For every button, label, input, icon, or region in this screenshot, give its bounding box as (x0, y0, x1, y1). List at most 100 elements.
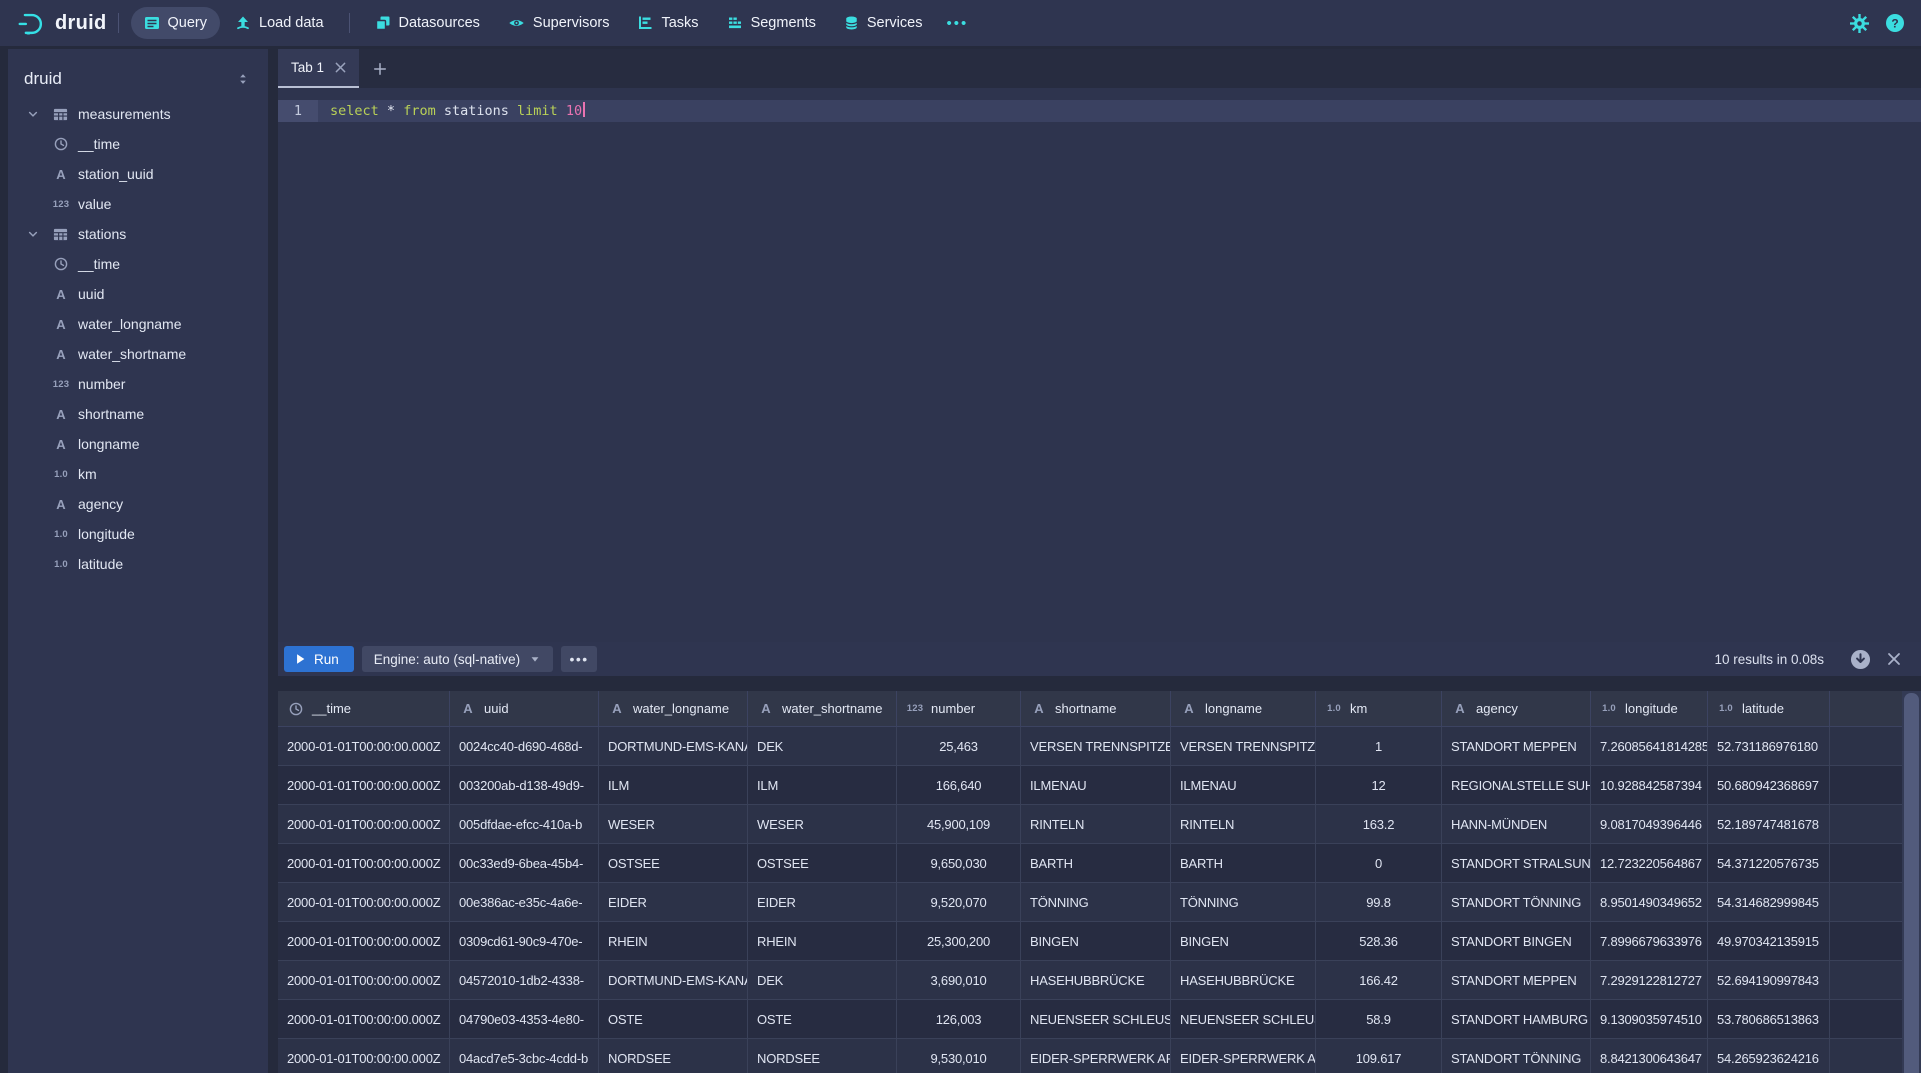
cell-latitude[interactable]: 52.189747481678 (1708, 805, 1830, 844)
settings-gear-icon[interactable] (1850, 14, 1869, 33)
cell-number[interactable]: 9,530,010 (897, 1039, 1021, 1073)
cell-longname[interactable]: BARTH (1171, 844, 1316, 883)
cell-km[interactable]: 12 (1316, 766, 1442, 805)
nav-item-datasources[interactable]: Datasources (362, 7, 493, 39)
cell-uuid[interactable]: 00e386ac-e35c-4a6e- (450, 883, 599, 922)
column-header-latitude[interactable]: 1.0latitude (1708, 691, 1830, 727)
column-header-longitude[interactable]: 1.0longitude (1591, 691, 1708, 727)
cell-water-longname[interactable]: WESER (599, 805, 748, 844)
cell-agency[interactable]: STANDORT TÖNNING (1442, 883, 1591, 922)
cell-latitude[interactable]: 53.780686513863 (1708, 1000, 1830, 1039)
cell-agency[interactable]: REGIONALSTELLE SUHL (1442, 766, 1591, 805)
tree-column-stations-km[interactable]: 1.0km (8, 459, 268, 489)
cell-uuid[interactable]: 00c33ed9-6bea-45b4- (450, 844, 599, 883)
cell-water-shortname[interactable]: EIDER (748, 883, 897, 922)
cell-latitude[interactable]: 52.694190997843 (1708, 961, 1830, 1000)
cell-number[interactable]: 166,640 (897, 766, 1021, 805)
results-scrollbar[interactable] (1902, 691, 1921, 1073)
query-more-button[interactable]: ••• (561, 646, 597, 672)
tree-column-stations-agency[interactable]: Aagency (8, 489, 268, 519)
tree-column-measurements-station-uuid[interactable]: Astation_uuid (8, 159, 268, 189)
cell-latitude[interactable]: 49.970342135915 (1708, 922, 1830, 961)
new-tab-button[interactable] (359, 49, 401, 88)
cell-longitude[interactable]: 9.0817049396446 (1591, 805, 1708, 844)
cell-longitude[interactable]: 8.8421300643647 (1591, 1039, 1708, 1073)
cell-agency[interactable]: STANDORT HAMBURG (1442, 1000, 1591, 1039)
close-results-icon[interactable] (1887, 652, 1901, 666)
column-header-time[interactable]: __time (278, 691, 450, 727)
cell-shortname[interactable]: NEUENSEER SCHLEUSE (1021, 1000, 1171, 1039)
cell-time[interactable]: 2000-01-01T00:00:00.000Z (278, 844, 450, 883)
cell-longitude[interactable]: 10.928842587394 (1591, 766, 1708, 805)
cell-water-longname[interactable]: DORTMUND-EMS-KANAL (599, 727, 748, 766)
cell-km[interactable]: 0 (1316, 844, 1442, 883)
tree-column-stations-uuid[interactable]: Auuid (8, 279, 268, 309)
cell-longname[interactable]: ILMENAU (1171, 766, 1316, 805)
cell-agency[interactable]: HANN-MÜNDEN (1442, 805, 1591, 844)
cell-water-longname[interactable]: DORTMUND-EMS-KANAL (599, 961, 748, 1000)
column-header-water-shortname[interactable]: Awater_shortname (748, 691, 897, 727)
cell-uuid[interactable]: 005dfdae-efcc-410a-b (450, 805, 599, 844)
tree-column-stations-time[interactable]: __time (8, 249, 268, 279)
cell-latitude[interactable]: 54.265923624216 (1708, 1039, 1830, 1073)
column-header-uuid[interactable]: Auuid (450, 691, 599, 727)
cell-latitude[interactable]: 54.314682999845 (1708, 883, 1830, 922)
cell-water-shortname[interactable]: NORDSEE (748, 1039, 897, 1073)
tree-column-stations-number[interactable]: 123number (8, 369, 268, 399)
cell-number[interactable]: 3,690,010 (897, 961, 1021, 1000)
cell-water-longname[interactable]: OSTSEE (599, 844, 748, 883)
cell-number[interactable]: 9,650,030 (897, 844, 1021, 883)
cell-agency[interactable]: STANDORT STRALSUND (1442, 844, 1591, 883)
tree-table-measurements[interactable]: measurements (8, 99, 268, 129)
column-header-agency[interactable]: Aagency (1442, 691, 1591, 727)
cell-longname[interactable]: EIDER-SPERRWERK AP (1171, 1039, 1316, 1073)
cell-time[interactable]: 2000-01-01T00:00:00.000Z (278, 883, 450, 922)
cell-km[interactable]: 58.9 (1316, 1000, 1442, 1039)
column-header-water-longname[interactable]: Awater_longname (599, 691, 748, 727)
cell-time[interactable]: 2000-01-01T00:00:00.000Z (278, 922, 450, 961)
cell-number[interactable]: 25,463 (897, 727, 1021, 766)
engine-select[interactable]: Engine: auto (sql-native) (362, 646, 553, 672)
cell-latitude[interactable]: 50.680942368697 (1708, 766, 1830, 805)
cell-longitude[interactable]: 7.26085641814285 (1591, 727, 1708, 766)
sql-query-text[interactable]: select * from stations limit 10 (318, 100, 585, 122)
tree-column-measurements-time[interactable]: __time (8, 129, 268, 159)
cell-uuid[interactable]: 04572010-1db2-4338- (450, 961, 599, 1000)
column-header-longname[interactable]: Alongname (1171, 691, 1316, 727)
cell-agency[interactable]: STANDORT MEPPEN (1442, 961, 1591, 1000)
cell-km[interactable]: 109.617 (1316, 1039, 1442, 1073)
druid-logo[interactable]: druid (16, 8, 107, 38)
cell-longitude[interactable]: 8.9501490349652 (1591, 883, 1708, 922)
cell-water-longname[interactable]: RHEIN (599, 922, 748, 961)
cell-water-longname[interactable]: EIDER (599, 883, 748, 922)
cell-number[interactable]: 45,900,109 (897, 805, 1021, 844)
cell-longitude[interactable]: 12.723220564867 (1591, 844, 1708, 883)
tree-column-stations-longname[interactable]: Alongname (8, 429, 268, 459)
cell-time[interactable]: 2000-01-01T00:00:00.000Z (278, 961, 450, 1000)
cell-shortname[interactable]: RINTELN (1021, 805, 1171, 844)
cell-agency[interactable]: STANDORT TÖNNING (1442, 1039, 1591, 1073)
double-caret-vertical-icon[interactable] (234, 72, 252, 86)
cell-km[interactable]: 99.8 (1316, 883, 1442, 922)
cell-time[interactable]: 2000-01-01T00:00:00.000Z (278, 1039, 450, 1073)
cell-latitude[interactable]: 52.731186976180 (1708, 727, 1830, 766)
scrollbar-thumb[interactable] (1904, 693, 1919, 1073)
nav-item-segments[interactable]: Segments (714, 7, 829, 39)
cell-uuid[interactable]: 0024cc40-d690-468d- (450, 727, 599, 766)
cell-shortname[interactable]: EIDER-SPERRWERK AP (1021, 1039, 1171, 1073)
cell-time[interactable]: 2000-01-01T00:00:00.000Z (278, 1000, 450, 1039)
column-header-shortname[interactable]: Ashortname (1021, 691, 1171, 727)
cell-longname[interactable]: VERSEN TRENNSPITZE (1171, 727, 1316, 766)
chevron-down-icon[interactable] (24, 228, 42, 240)
cell-number[interactable]: 9,520,070 (897, 883, 1021, 922)
cell-uuid[interactable]: 0309cd61-90c9-470e- (450, 922, 599, 961)
cell-agency[interactable]: STANDORT BINGEN (1442, 922, 1591, 961)
cell-shortname[interactable]: BARTH (1021, 844, 1171, 883)
nav-item-supervisors[interactable]: Supervisors (495, 7, 623, 39)
tree-column-stations-water-longname[interactable]: Awater_longname (8, 309, 268, 339)
nav-item-query[interactable]: Query (131, 7, 221, 39)
cell-water-shortname[interactable]: WESER (748, 805, 897, 844)
cell-water-shortname[interactable]: OSTE (748, 1000, 897, 1039)
nav-item-services[interactable]: Services (831, 7, 936, 39)
download-results-icon[interactable] (1850, 649, 1871, 670)
